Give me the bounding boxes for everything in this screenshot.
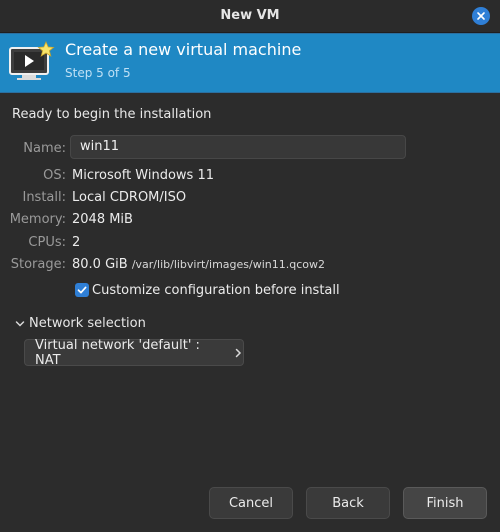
network-select-button[interactable]: Virtual network 'default' : NAT (24, 337, 244, 368)
wizard-banner: Create a new virtual machine Step 5 of 5 (0, 33, 500, 93)
memory-label: Memory: (9, 212, 66, 227)
cancel-button[interactable]: Cancel (209, 487, 293, 519)
customize-label: Customize configuration before install (92, 282, 340, 298)
storage-size: 80.0 GiB (72, 257, 128, 272)
cpus-label: CPUs: (28, 235, 66, 250)
chevron-right-icon (233, 347, 243, 359)
os-value: Microsoft Windows 11 (72, 168, 214, 183)
network-expander[interactable]: Network selection (14, 316, 146, 331)
title-bar: New VM (0, 0, 500, 33)
vm-screen-star-icon (8, 40, 56, 86)
customize-checkbox[interactable] (75, 283, 89, 297)
network-select-label: Virtual network 'default' : NAT (35, 337, 200, 368)
name-label: Name: (23, 141, 66, 156)
os-label: OS: (43, 168, 66, 183)
install-value: Local CDROM/ISO (72, 190, 187, 205)
wizard-heading: Create a new virtual machine (65, 40, 302, 59)
cpus-value: 2 (72, 235, 81, 250)
storage-label: Storage: (10, 257, 66, 272)
checkmark-icon (77, 286, 87, 294)
ready-text: Ready to begin the installation (12, 107, 212, 122)
memory-value: 2048 MiB (72, 212, 133, 227)
close-button[interactable] (472, 7, 490, 25)
finish-button[interactable]: Finish (403, 487, 487, 519)
storage-path: /var/lib/libvirt/images/win11.qcow2 (131, 258, 325, 271)
window-title: New VM (220, 8, 280, 23)
name-field[interactable]: win11 (70, 135, 406, 159)
customize-option[interactable]: Customize configuration before install (75, 282, 340, 298)
close-icon (477, 12, 485, 20)
wizard-step: Step 5 of 5 (65, 66, 131, 80)
storage-value: 80.0 GiB /var/lib/libvirt/images/win11.q… (72, 257, 325, 272)
network-expander-label: Network selection (29, 316, 146, 331)
chevron-down-icon (15, 320, 25, 327)
install-label: Install: (22, 190, 66, 205)
back-button[interactable]: Back (306, 487, 390, 519)
